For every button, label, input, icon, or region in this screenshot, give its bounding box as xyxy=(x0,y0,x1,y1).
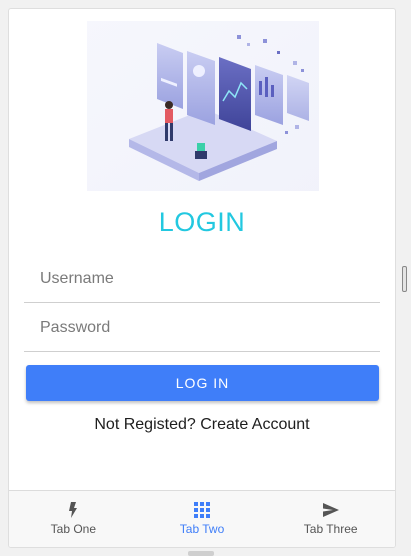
bottom-drag-handle[interactable] xyxy=(188,551,214,556)
login-button[interactable]: LOG IN xyxy=(26,365,379,401)
analytics-illustration xyxy=(87,21,319,191)
tab-two-label: Tab Two xyxy=(179,522,225,536)
username-input[interactable] xyxy=(24,255,380,302)
login-title: LOGIN xyxy=(158,207,246,237)
flash-icon xyxy=(69,502,78,518)
tab-three[interactable]: Tab Three xyxy=(266,491,395,547)
password-input[interactable] xyxy=(24,304,380,351)
bottom-tab-bar: Tab One Tab Two Tab Three xyxy=(9,490,395,547)
username-field[interactable] xyxy=(24,255,380,303)
app-window: LOGIN LOG IN Not Registed? Create Accoun… xyxy=(8,8,396,548)
password-field[interactable] xyxy=(24,304,380,352)
tab-one-label: Tab One xyxy=(50,522,97,536)
tab-three-label: Tab Three xyxy=(303,522,358,536)
tab-two[interactable]: Tab Two xyxy=(138,491,267,547)
tab-one[interactable]: Tab One xyxy=(9,491,138,547)
apps-grid-icon xyxy=(194,502,210,518)
resize-handle[interactable] xyxy=(402,266,407,292)
create-account-link[interactable]: Not Registed? Create Account xyxy=(9,416,395,434)
send-icon xyxy=(322,503,339,517)
